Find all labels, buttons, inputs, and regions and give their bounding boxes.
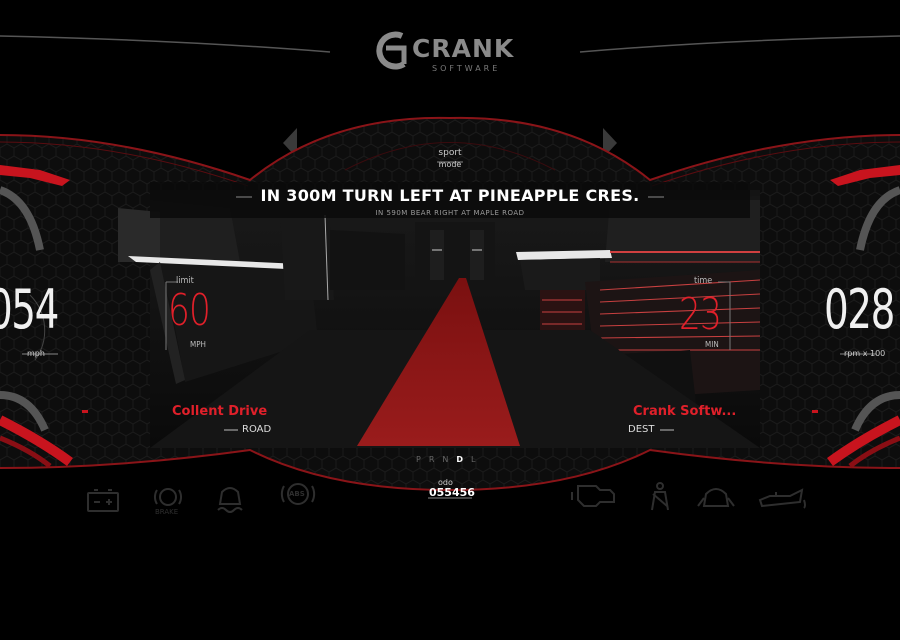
gear-d: D bbox=[456, 455, 472, 464]
gear-l: L bbox=[471, 455, 484, 464]
speed-value: 054 bbox=[0, 278, 59, 341]
top-left-line bbox=[0, 35, 331, 53]
mode-label-line2: mode bbox=[438, 160, 462, 169]
brand-tagline: SOFTWARE bbox=[432, 64, 501, 73]
dashboard-scene bbox=[0, 31, 900, 513]
gear-r: R bbox=[428, 455, 443, 464]
time-unit: MIN bbox=[705, 340, 719, 349]
limit-unit: MPH bbox=[190, 340, 206, 349]
rpm-value: 028 bbox=[824, 278, 895, 341]
door-open-icon bbox=[697, 488, 735, 507]
brake-icon bbox=[154, 488, 182, 506]
limit-value: 60 bbox=[168, 285, 211, 336]
gear-p: P bbox=[416, 455, 429, 464]
check-engine-icon bbox=[571, 485, 615, 507]
oil-pressure-icon bbox=[758, 488, 806, 509]
battery-icon bbox=[87, 489, 119, 512]
road-tag: ROAD bbox=[242, 424, 272, 435]
seatbelt-icon bbox=[651, 482, 669, 511]
gear-n: N bbox=[442, 455, 457, 464]
nav-next-instruction: IN 590M BEAR RIGHT AT MAPLE ROAD bbox=[375, 209, 525, 217]
traction-control-icon bbox=[217, 487, 243, 513]
nav-instruction: IN 300M TURN LEFT AT PINEAPPLE CRES. bbox=[260, 186, 640, 205]
mode-label-line1: sport bbox=[438, 148, 462, 158]
time-value: 23 bbox=[679, 289, 722, 340]
speed-unit: mph bbox=[27, 349, 45, 358]
time-label: time bbox=[694, 276, 713, 286]
brake-label: BRAKE bbox=[155, 508, 179, 516]
crank-logo-icon bbox=[376, 31, 407, 70]
destination-tag: DEST bbox=[628, 424, 655, 435]
abs-label: ABS bbox=[289, 490, 305, 498]
odometer-value: 055456 bbox=[429, 486, 475, 499]
brand-name: CRANK bbox=[412, 34, 515, 63]
current-road-name: Collent Drive bbox=[172, 404, 268, 419]
rpm-unit: rpm x 100 bbox=[844, 349, 886, 358]
destination-name: Crank Softw... bbox=[633, 404, 737, 419]
top-right-line bbox=[579, 35, 900, 53]
gear-selector: PRNDL bbox=[416, 455, 483, 464]
